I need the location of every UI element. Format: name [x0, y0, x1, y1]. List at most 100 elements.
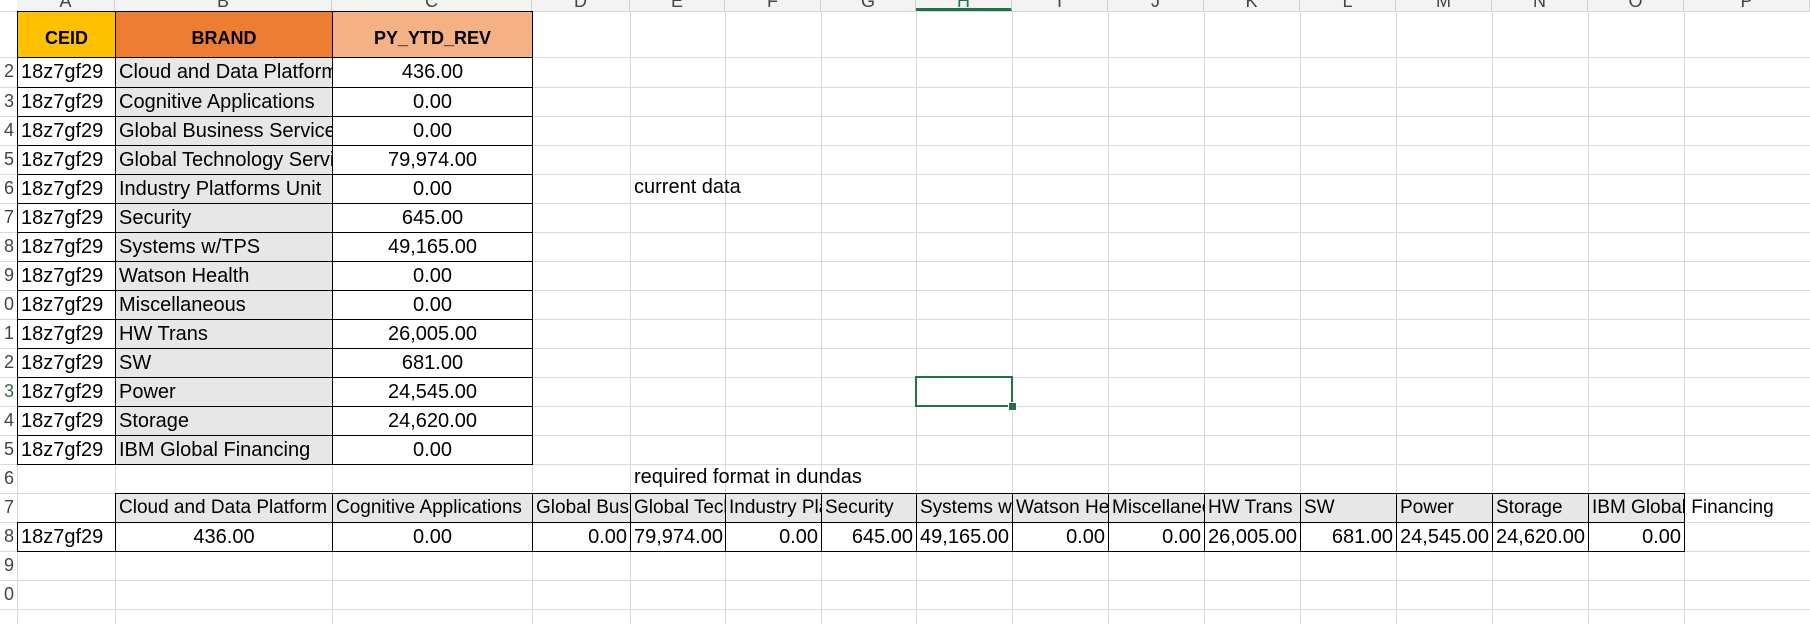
row-number[interactable]: 9	[0, 551, 14, 580]
brand-value-cell[interactable]: 0.00	[532, 522, 631, 552]
column-header-e[interactable]: E	[630, 0, 725, 11]
brand-cell[interactable]: IBM Global Financing	[115, 435, 333, 465]
row-number[interactable]: 6	[0, 174, 14, 203]
brand-column-header[interactable]: Cloud and Data Platform	[115, 493, 333, 523]
column-header-h[interactable]: H	[916, 0, 1012, 11]
column-header-p[interactable]: P	[1684, 0, 1810, 11]
column-header-m[interactable]: M	[1396, 0, 1492, 11]
brand-column-header[interactable]: Systems w/TPS	[916, 493, 1013, 523]
brand-column-header[interactable]: IBM Global Financing	[1588, 493, 1774, 523]
ceid-cell[interactable]: 18z7gf29	[17, 348, 116, 378]
brand-cell[interactable]: Miscellaneous	[115, 290, 333, 320]
brand-cell[interactable]: HW Trans	[115, 319, 333, 349]
brand-cell[interactable]: Storage	[115, 406, 333, 436]
brand-value-cell[interactable]: 24,620.00	[1492, 522, 1589, 552]
brand-cell[interactable]: SW	[115, 348, 333, 378]
column-header-b[interactable]: B	[115, 0, 332, 11]
row-number[interactable]: 7	[0, 203, 14, 232]
row-number[interactable]: 4	[0, 406, 14, 435]
py-ytd-rev-cell[interactable]: 0.00	[332, 435, 533, 465]
brand-column-header[interactable]: Global Business Services	[532, 493, 631, 523]
row-number[interactable]: 8	[0, 232, 14, 261]
py-ytd-rev-cell[interactable]: 0.00	[332, 290, 533, 320]
brand-value-cell[interactable]: 26,005.00	[1204, 522, 1301, 552]
brand-value-cell[interactable]: 681.00	[1300, 522, 1397, 552]
table2-ceid-cell[interactable]: 18z7gf29	[17, 522, 116, 552]
py-ytd-rev-cell[interactable]: 26,005.00	[332, 319, 533, 349]
brand-column-header[interactable]: Watson Health	[1012, 493, 1109, 523]
brand-cell[interactable]: Cognitive Applications	[115, 87, 333, 117]
row-number[interactable]: 6	[0, 464, 14, 493]
brand-column-header[interactable]: Power	[1396, 493, 1493, 523]
row-number[interactable]: 7	[0, 493, 14, 522]
row-number[interactable]: 3	[0, 377, 14, 406]
brand-cell[interactable]: Global Business Services	[115, 116, 333, 146]
brand-cell[interactable]: Global Technology Services	[115, 145, 333, 175]
py-ytd-rev-cell[interactable]: 0.00	[332, 87, 533, 117]
brand-column-header[interactable]: Storage	[1492, 493, 1589, 523]
row-number[interactable]: 4	[0, 116, 14, 145]
brand-cell[interactable]: Watson Health	[115, 261, 333, 291]
brand-column-header[interactable]: Cognitive Applications	[332, 493, 533, 523]
brand-value-cell[interactable]: 0.00	[332, 522, 533, 552]
brand-value-cell[interactable]: 0.00	[725, 522, 822, 552]
row-number[interactable]: 2	[0, 57, 14, 87]
row-number[interactable]: 0	[0, 580, 14, 609]
ceid-cell[interactable]: 18z7gf29	[17, 377, 116, 407]
ceid-cell[interactable]: 18z7gf29	[17, 232, 116, 262]
brand-value-cell[interactable]: 645.00	[821, 522, 917, 552]
py-ytd-rev-cell[interactable]: 681.00	[332, 348, 533, 378]
note-current-data[interactable]: current data	[634, 176, 741, 199]
py-ytd-rev-cell[interactable]: 24,545.00	[332, 377, 533, 407]
ceid-cell[interactable]: 18z7gf29	[17, 435, 116, 465]
py-ytd-rev-cell[interactable]: 49,165.00	[332, 232, 533, 262]
row-number[interactable]: 5	[0, 145, 14, 174]
brand-cell[interactable]: Industry Platforms Unit	[115, 174, 333, 204]
brand-value-cell[interactable]: 0.00	[1588, 522, 1685, 552]
py-ytd-rev-cell[interactable]: 645.00	[332, 203, 533, 233]
row-number[interactable]: 3	[0, 87, 14, 116]
column-header-k[interactable]: K	[1204, 0, 1300, 11]
brand-value-cell[interactable]: 49,165.00	[916, 522, 1013, 552]
brand-cell[interactable]: Systems w/TPS	[115, 232, 333, 262]
brand-value-cell[interactable]: 0.00	[1108, 522, 1205, 552]
ceid-cell[interactable]: 18z7gf29	[17, 87, 116, 117]
py-ytd-rev-cell[interactable]: 79,974.00	[332, 145, 533, 175]
ceid-cell[interactable]: 18z7gf29	[17, 203, 116, 233]
ceid-cell[interactable]: 18z7gf29	[17, 116, 116, 146]
column-header-l[interactable]: L	[1300, 0, 1396, 11]
column-header-g[interactable]: G	[821, 0, 916, 11]
row-number[interactable]: 5	[0, 435, 14, 464]
brand-cell[interactable]: Cloud and Data Platform	[115, 57, 333, 88]
note-required-format[interactable]: required format in dundas	[634, 466, 862, 489]
column-header-c[interactable]: C	[332, 0, 532, 11]
py-ytd-rev-cell[interactable]: 436.00	[332, 57, 533, 88]
ceid-cell[interactable]: 18z7gf29	[17, 57, 116, 88]
row-number[interactable]: 9	[0, 261, 14, 290]
brand-column-header[interactable]: SW	[1300, 493, 1397, 523]
brand-column-header[interactable]: HW Trans	[1204, 493, 1301, 523]
py-ytd-rev-cell[interactable]: 24,620.00	[332, 406, 533, 436]
column-header-n[interactable]: N	[1492, 0, 1588, 11]
row-number[interactable]: 1	[0, 319, 14, 348]
column-header-j[interactable]: J	[1108, 0, 1204, 11]
ceid-cell[interactable]: 18z7gf29	[17, 290, 116, 320]
ceid-cell[interactable]: 18z7gf29	[17, 174, 116, 204]
brand-value-cell[interactable]: 79,974.00	[630, 522, 726, 552]
active-cell-selection[interactable]	[915, 376, 1013, 407]
brand-cell[interactable]: Security	[115, 203, 333, 233]
brand-value-cell[interactable]: 436.00	[115, 522, 333, 552]
column-header-i[interactable]: I	[1012, 0, 1108, 11]
brand-column-header[interactable]: Global Technology Services	[630, 493, 726, 523]
column-header-a[interactable]: A	[17, 0, 115, 11]
column-header-f[interactable]: F	[725, 0, 821, 11]
ceid-cell[interactable]: 18z7gf29	[17, 406, 116, 436]
row-number[interactable]: 0	[0, 290, 14, 319]
row-number[interactable]: 8	[0, 522, 14, 551]
fill-handle[interactable]	[1008, 402, 1017, 411]
row-number[interactable]: 2	[0, 348, 14, 377]
brand-column-header[interactable]: Industry Platforms Unit	[725, 493, 822, 523]
brand-value-cell[interactable]: 0.00	[1012, 522, 1109, 552]
ceid-cell[interactable]: 18z7gf29	[17, 319, 116, 349]
spreadsheet-grid[interactable]: A B C D E F G H I J K L M N O P 2 3 4 5 6 7 8 9 0 1 2 3 4 5 6 7 8 9 0 CEID B…	[0, 0, 1810, 624]
